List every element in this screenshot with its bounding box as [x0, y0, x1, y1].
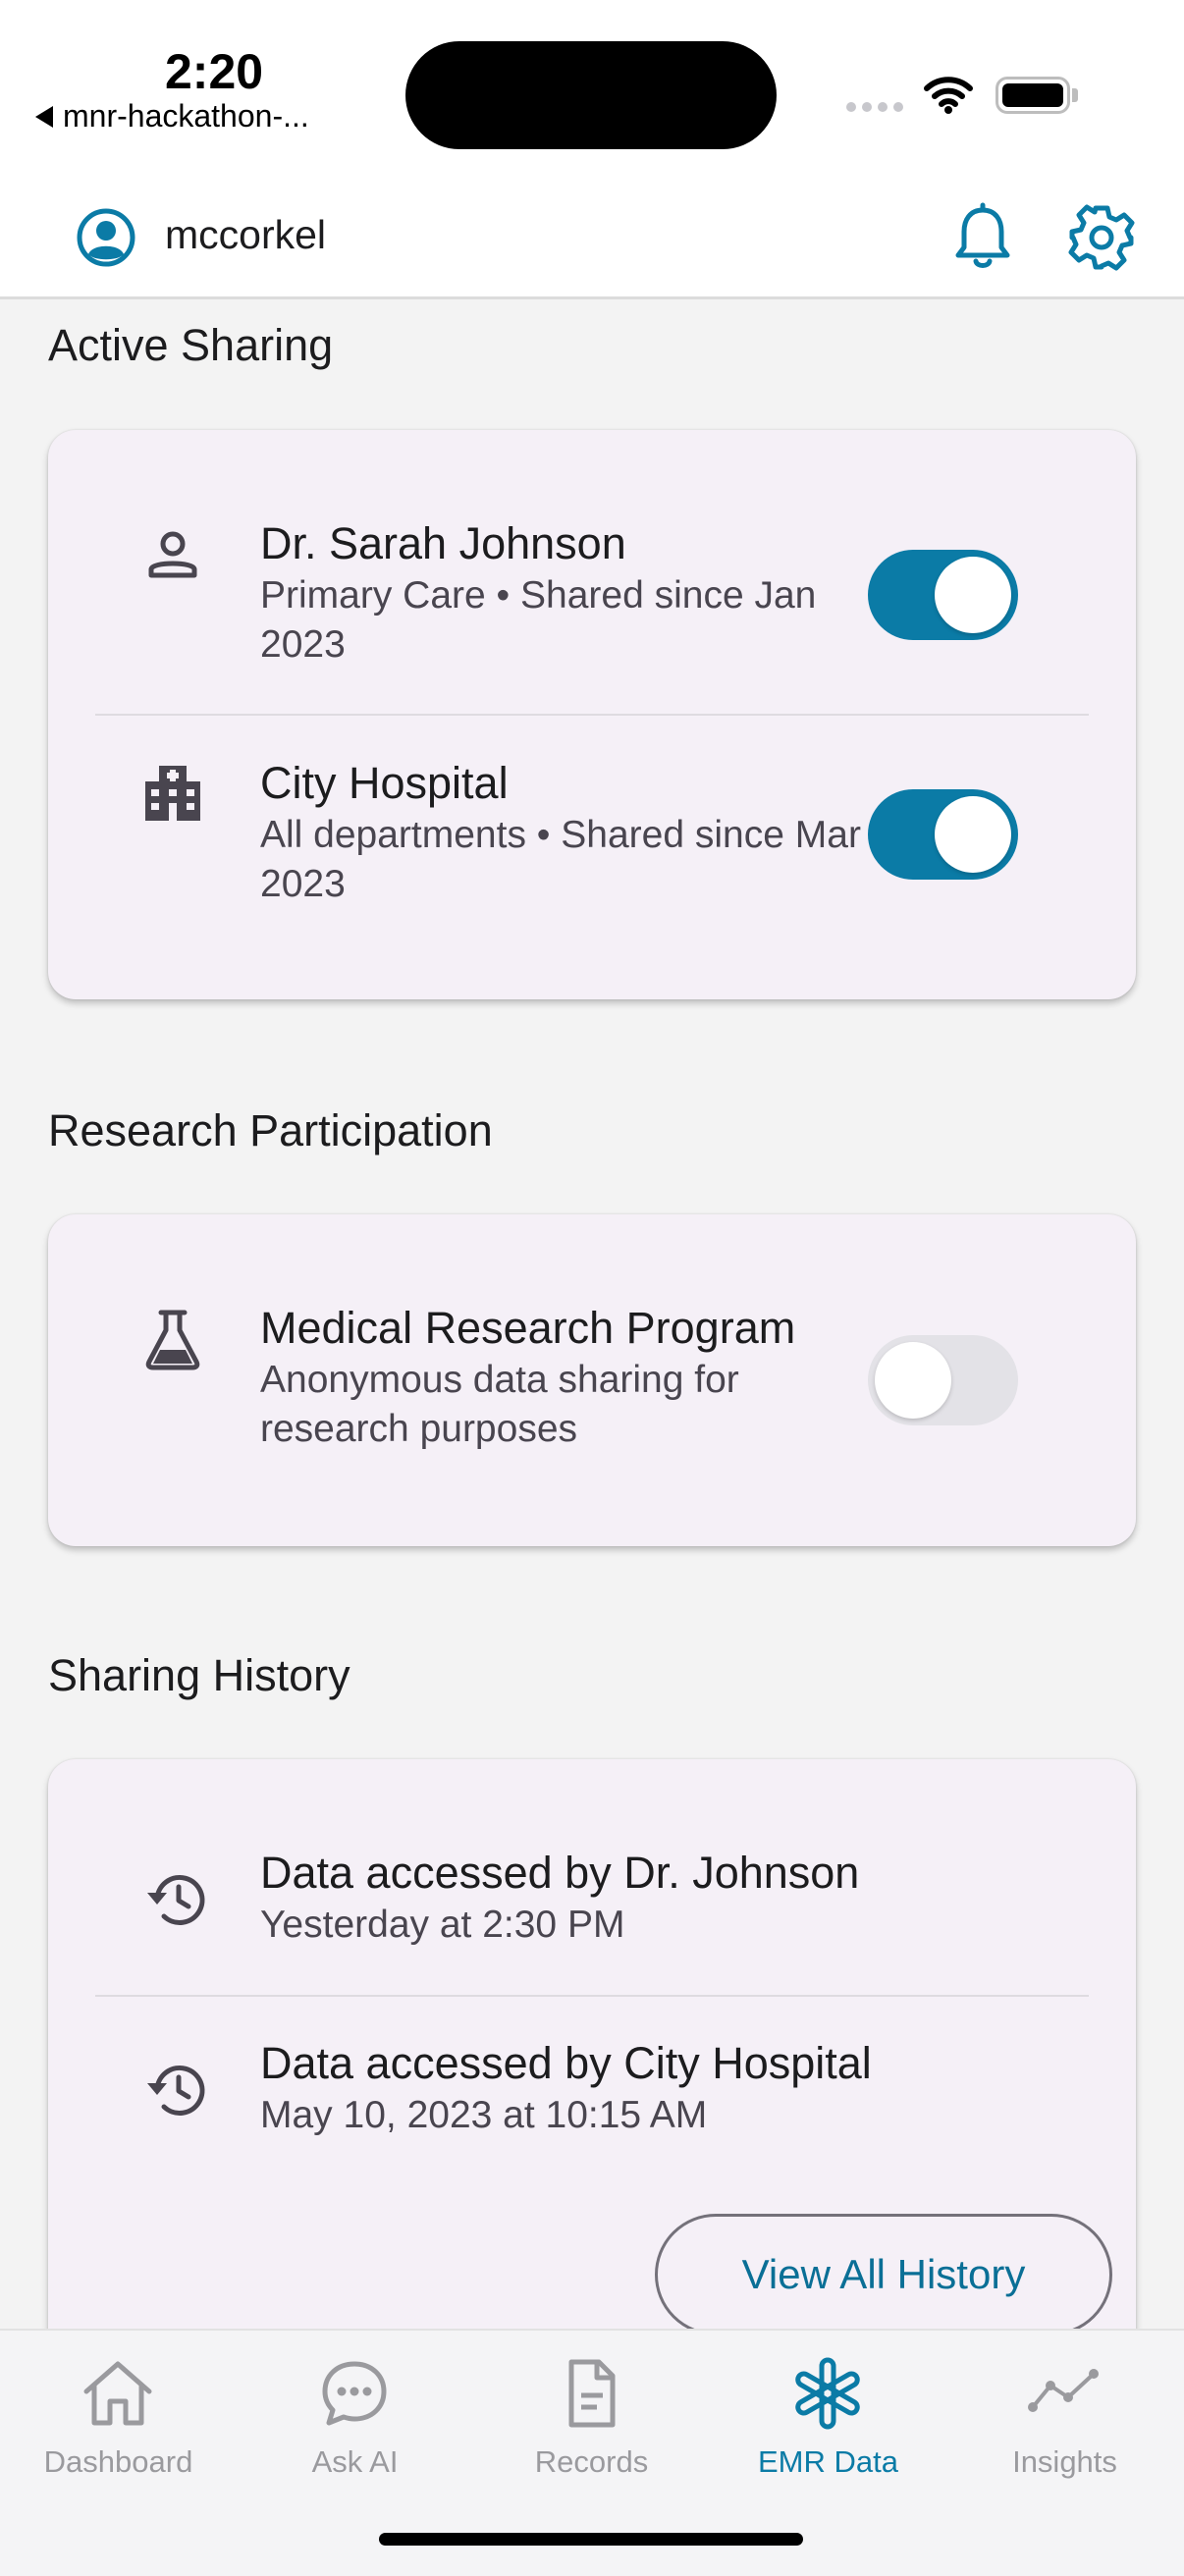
- nav-item-ask-ai[interactable]: Ask AI: [237, 2331, 473, 2488]
- list-item[interactable]: Data accessed by Dr. Johnson Yesterday a…: [48, 1759, 1136, 1996]
- program-detail: Anonymous data sharing for research purp…: [260, 1359, 739, 1450]
- user-avatar-icon[interactable]: [75, 206, 137, 269]
- username[interactable]: mccorkel: [165, 212, 326, 258]
- history-heading: Sharing History: [48, 1650, 350, 1700]
- list-item: Dr. Sarah Johnson Primary Care • Shared …: [48, 430, 1136, 715]
- active-sharing-card: Dr. Sarah Johnson Primary Care • Shared …: [48, 430, 1136, 999]
- flask-icon: [145, 1310, 200, 1370]
- hospital-icon: [145, 766, 200, 821]
- provider-detail: All departments • Shared since Mar 2023: [260, 814, 861, 905]
- view-all-history-button[interactable]: View All History: [655, 2214, 1112, 2335]
- home-indicator[interactable]: [379, 2533, 803, 2546]
- list-item: City Hospital All departments • Shared s…: [48, 715, 1136, 999]
- trend-line-icon: [1028, 2369, 1099, 2412]
- history-entry-title: Data accessed by City Hospital: [260, 2038, 872, 2088]
- person-icon: [148, 531, 197, 578]
- program-name: Medical Research Program: [260, 1303, 796, 1353]
- provider-name: Dr. Sarah Johnson: [260, 518, 626, 568]
- battery-tip: [1072, 88, 1078, 102]
- battery-icon: [996, 77, 1070, 114]
- history-card: Data accessed by Dr. Johnson Yesterday a…: [48, 1759, 1136, 2388]
- history-icon: [147, 1874, 205, 1925]
- home-icon: [83, 2361, 152, 2426]
- back-app-label: mnr-hackathon-...: [63, 98, 309, 134]
- provider-name: City Hospital: [260, 758, 509, 808]
- list-item[interactable]: Data accessed by City Hospital May 10, 2…: [48, 1996, 1136, 2182]
- research-heading: Research Participation: [48, 1105, 493, 1155]
- bell-icon[interactable]: [950, 202, 1015, 273]
- nav-label: Dashboard: [43, 2444, 193, 2479]
- status-bar: 2:20 mnr-hackathon-...: [0, 0, 1184, 187]
- document-icon: [568, 2359, 616, 2428]
- chat-bubble-icon: [322, 2361, 387, 2426]
- back-to-app-link[interactable]: mnr-hackathon-...: [35, 98, 309, 134]
- nav-item-emr-data[interactable]: EMR Data: [710, 2331, 946, 2488]
- history-icon: [147, 2065, 205, 2116]
- nav-label: Insights: [1012, 2444, 1117, 2479]
- wifi-icon: [924, 77, 973, 114]
- nav-item-records[interactable]: Records: [473, 2331, 710, 2488]
- active-sharing-heading: Active Sharing: [48, 320, 334, 370]
- nav-label: Ask AI: [311, 2444, 399, 2479]
- provider-detail: Primary Care • Shared since Jan 2023: [260, 574, 817, 666]
- research-card: Medical Research Program Anonymous data …: [48, 1214, 1136, 1546]
- history-entry-time: Yesterday at 2:30 PM: [260, 1904, 625, 1946]
- toggle-knob: [935, 796, 1011, 873]
- nav-label: Records: [534, 2444, 649, 2479]
- history-entry-time: May 10, 2023 at 10:15 AM: [260, 2094, 708, 2136]
- list-item: Medical Research Program Anonymous data …: [48, 1214, 1136, 1546]
- cellular-signal-icon: [846, 102, 903, 112]
- toggle-knob: [875, 1342, 951, 1419]
- research-toggle[interactable]: [868, 1335, 1018, 1425]
- share-toggle-dr-sarah-johnson[interactable]: [868, 550, 1018, 640]
- share-toggle-city-hospital[interactable]: [868, 789, 1018, 880]
- toggle-knob: [935, 557, 1011, 633]
- asterisk-icon: [795, 2357, 860, 2430]
- nav-label: EMR Data: [758, 2444, 898, 2479]
- gear-icon[interactable]: [1066, 202, 1137, 273]
- status-time: 2:20: [165, 44, 264, 99]
- history-entry-title: Data accessed by Dr. Johnson: [260, 1848, 860, 1898]
- nav-item-insights[interactable]: Insights: [946, 2331, 1183, 2488]
- app-header: mccorkel: [0, 187, 1184, 299]
- nav-item-dashboard[interactable]: Dashboard: [0, 2331, 237, 2488]
- back-caret-icon: [35, 105, 53, 128]
- dynamic-island: [405, 41, 777, 149]
